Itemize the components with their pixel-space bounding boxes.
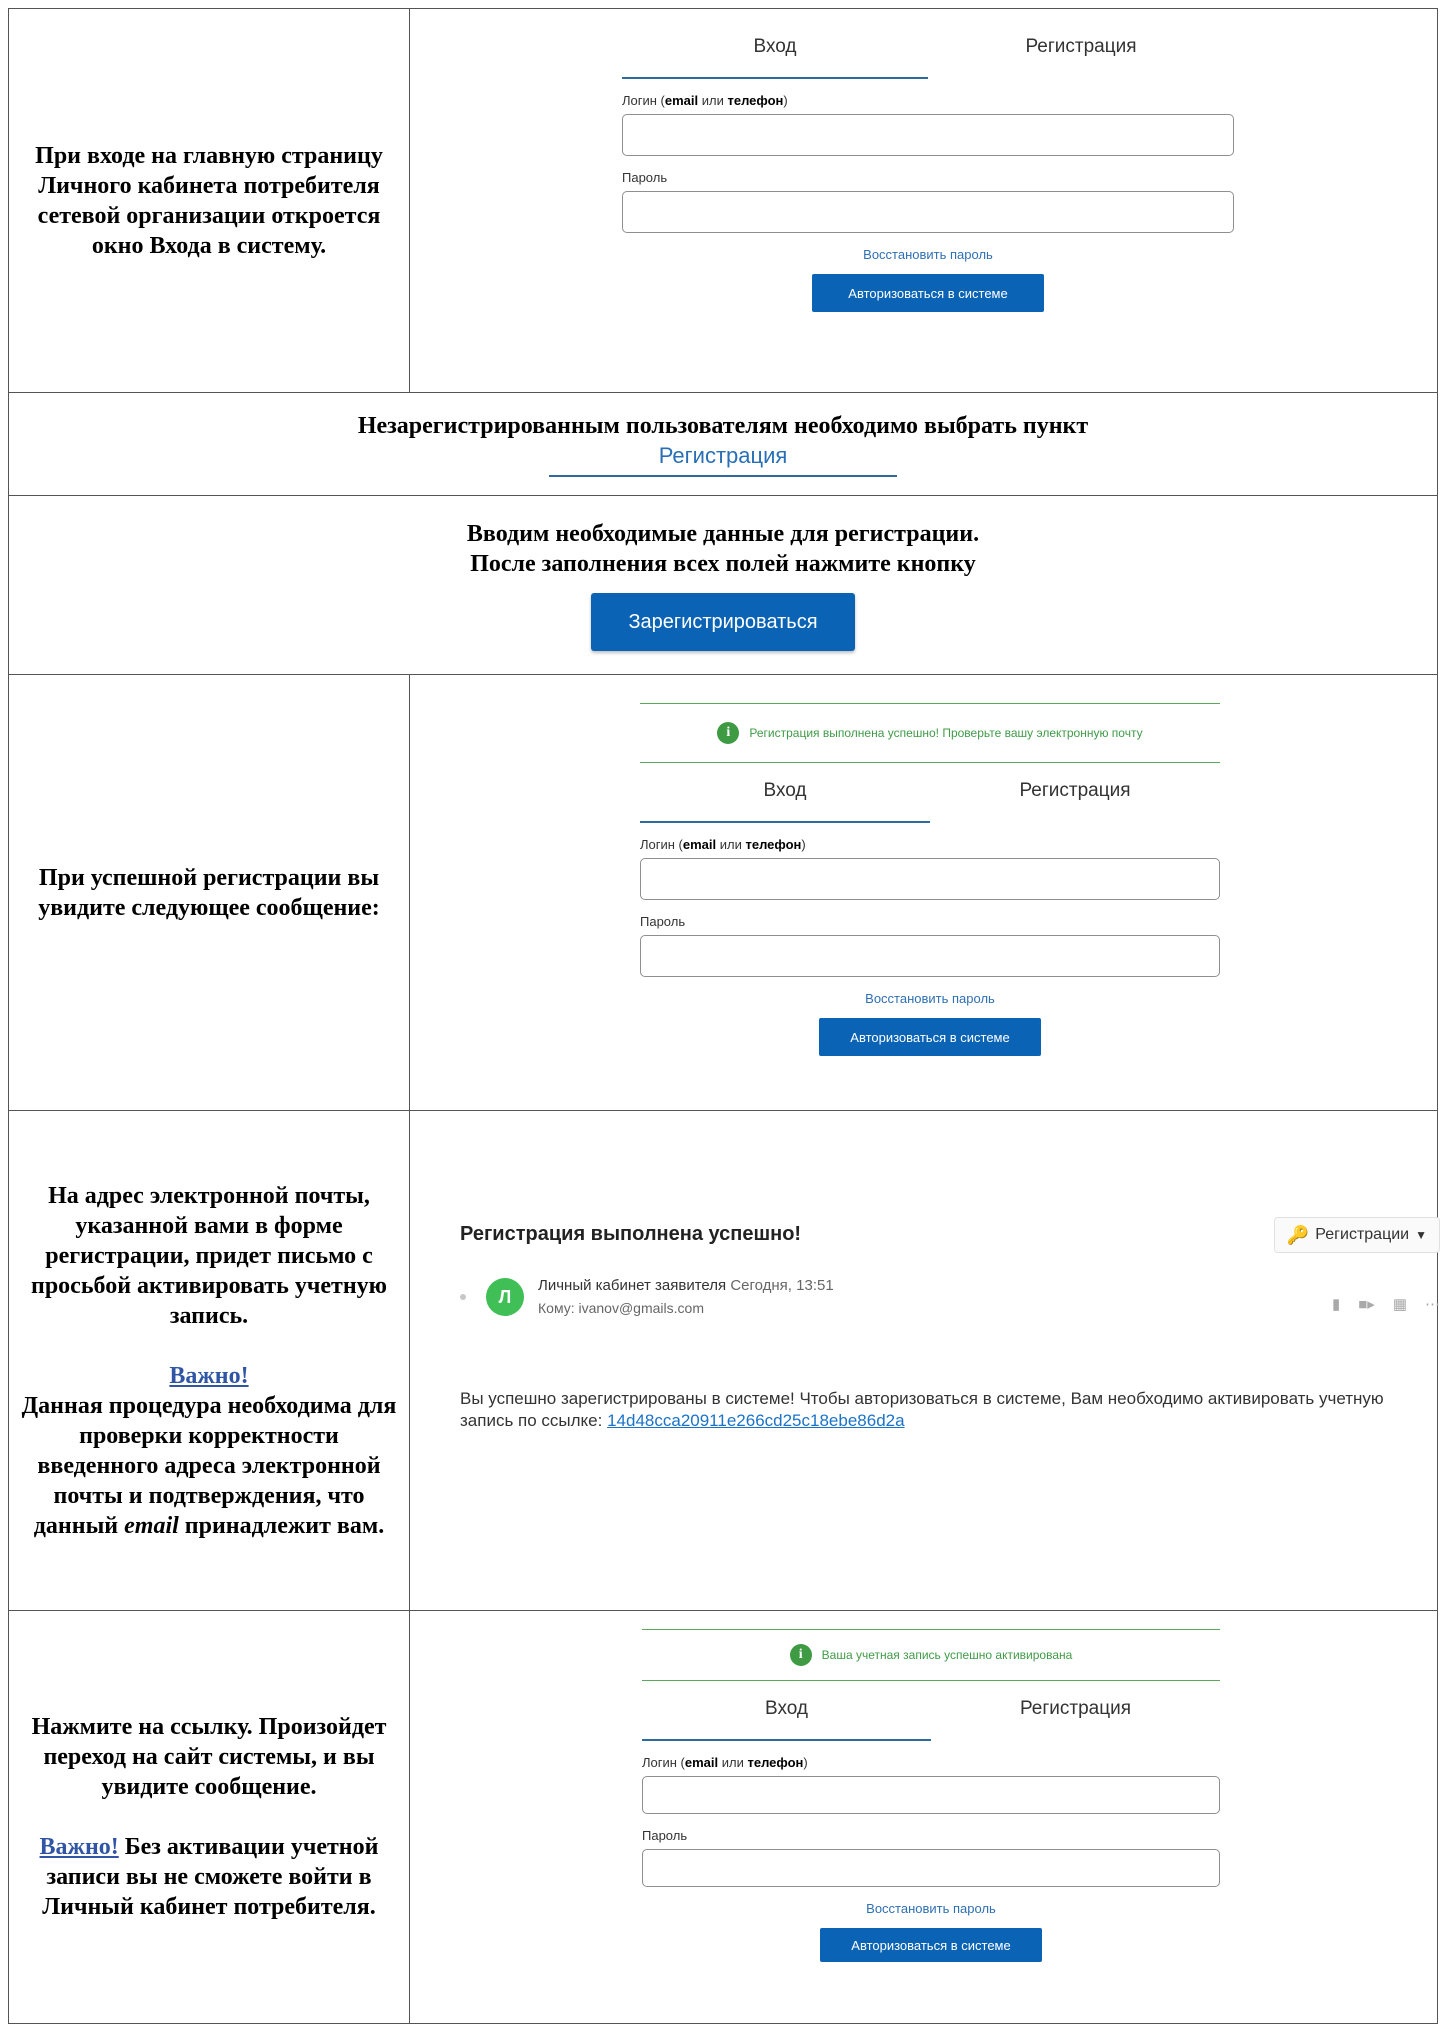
tab-login[interactable]: Вход: [640, 773, 930, 823]
password-label: Пароль: [622, 170, 668, 185]
instruction-text: Незарегистрированным пользователям необх…: [357, 413, 1089, 439]
full-width-cell: Вводим необходимые данные для регистраци…: [8, 495, 1438, 675]
unread-dot-icon: [460, 1293, 466, 1300]
instruction-table: При входе на главную страницу Личного ка…: [8, 8, 1440, 2024]
video-icon[interactable]: ■▸: [1358, 1295, 1375, 1313]
email-instruction: На адрес электронной почты, указанной ва…: [31, 1182, 387, 1329]
register-tab-sample: Регистрация: [549, 443, 897, 477]
more-icon[interactable]: ⋯: [1425, 1295, 1440, 1313]
instruction-line-2: После заполнения всех полей нажмите кноп…: [470, 551, 976, 577]
password-label: Пароль: [642, 1828, 688, 1843]
email-sender: Л Личный кабинет заявителя Сегодня, 13:5…: [460, 1277, 834, 1316]
instruction-text: Нажмите на ссылку. Произойдет переход на…: [9, 1712, 409, 1922]
instruction-cell: На адрес электронной почты, указанной ва…: [8, 1110, 410, 1611]
link-instruction: Нажмите на ссылку. Произойдет переход на…: [31, 1714, 387, 1800]
success-notice: i Регистрация выполнена успешно! Проверь…: [640, 703, 1220, 763]
tab-register[interactable]: Регистрация: [931, 1691, 1220, 1741]
password-label: Пароль: [640, 914, 686, 929]
email-recipient: Кому: ivanov@gmails.com: [538, 1300, 704, 1316]
email-body-text: Вы успешно зарегистрированы в системе! Ч…: [460, 1389, 1384, 1430]
login-input[interactable]: [622, 114, 1234, 156]
bookmark-icon[interactable]: ▮: [1332, 1295, 1340, 1313]
full-width-cell: Незарегистрированным пользователям необх…: [8, 392, 1438, 496]
auth-tabs: Вход Регистрация: [640, 773, 1220, 823]
login-form: Вход Регистрация Логин (email или телефо…: [622, 29, 1234, 312]
info-icon: i: [717, 722, 740, 744]
info-icon: i: [789, 1644, 812, 1666]
row-fill-fields: Вводим необходимые данные для регистраци…: [8, 495, 1438, 675]
password-input[interactable]: [622, 191, 1234, 233]
activation-notice: i Ваша учетная запись успешно активирова…: [642, 1629, 1220, 1681]
screenshot-cell: Регистрация выполнена успешно! 🔑 Регистр…: [409, 1110, 1440, 1611]
row-email-activation: На адрес электронной почты, указанной ва…: [8, 1110, 1440, 1611]
row-account-activated: Нажмите на ссылку. Произойдет переход на…: [8, 1610, 1438, 2024]
calendar-icon[interactable]: ▦: [1393, 1295, 1407, 1313]
tab-login[interactable]: Вход: [642, 1691, 931, 1741]
instruction-cell: При успешной регистрации вы увидите след…: [8, 674, 410, 1111]
important-note: Важно! Без активации учетной записи вы н…: [39, 1834, 379, 1920]
login-input[interactable]: [642, 1776, 1220, 1814]
folder-label: Регистрации: [1315, 1226, 1410, 1243]
screenshot-cell: i Регистрация выполнена успешно! Проверь…: [409, 674, 1438, 1111]
sender-name[interactable]: Личный кабинет заявителя: [538, 1277, 726, 1294]
login-form: i Регистрация выполнена успешно! Проверь…: [640, 703, 1220, 1056]
email-actions: ▮ ■▸ ▦ ⋯: [1332, 1295, 1440, 1313]
activation-link[interactable]: 14d48cca20911e266cd25c18ebe86d2a: [607, 1411, 904, 1430]
password-input[interactable]: [642, 1849, 1220, 1887]
instruction-text: При входе на главную страницу Личного ка…: [35, 142, 383, 259]
row-registration-success: При успешной регистрации вы увидите след…: [8, 674, 1438, 1111]
important-label: Важно!: [39, 1834, 119, 1860]
folder-dropdown[interactable]: 🔑 Регистрации ▼: [1273, 1217, 1440, 1253]
login-form: i Ваша учетная запись успешно активирова…: [642, 1629, 1220, 1962]
authorize-button[interactable]: Авторизоваться в системе: [812, 274, 1044, 312]
auth-tabs: Вход Регистрация: [622, 29, 1234, 79]
tab-register[interactable]: Регистрация: [930, 773, 1220, 823]
register-button-sample: Зарегистрироваться: [591, 593, 855, 651]
auth-tabs: Вход Регистрация: [642, 1691, 1220, 1741]
important-note: Данная процедура необходима для проверки…: [21, 1392, 397, 1539]
screenshot-cell: i Ваша учетная запись успешно активирова…: [409, 1610, 1438, 2024]
instruction-cell: При входе на главную страницу Личного ка…: [8, 8, 410, 393]
login-label: Логин (email или телефон): [640, 837, 806, 852]
email-body: Вы успешно зарегистрированы в системе! Ч…: [460, 1388, 1440, 1432]
notice-text: Регистрация выполнена успешно! Проверьте…: [749, 726, 1143, 740]
authorize-button[interactable]: Авторизоваться в системе: [819, 1018, 1041, 1056]
key-icon: 🔑: [1286, 1224, 1310, 1245]
row-login-window: При входе на главную страницу Личного ка…: [8, 8, 1438, 393]
row-choose-register: Незарегистрированным пользователям необх…: [8, 392, 1438, 496]
instruction-text: При успешной регистрации вы увидите след…: [38, 864, 380, 921]
chevron-down-icon: ▼: [1415, 1228, 1427, 1242]
important-label: Важно!: [169, 1362, 249, 1389]
avatar: Л: [486, 1277, 524, 1316]
instruction-cell: Нажмите на ссылку. Произойдет переход на…: [8, 1610, 410, 2024]
tab-login[interactable]: Вход: [622, 29, 928, 79]
instruction-line-1: Вводим необходимые данные для регистраци…: [466, 521, 980, 547]
notice-text: Ваша учетная запись успешно активирована: [821, 1648, 1073, 1662]
login-label: Логин (email или телефон): [642, 1755, 808, 1770]
tab-register[interactable]: Регистрация: [928, 29, 1234, 79]
screenshot-cell: Вход Регистрация Логин (email или телефо…: [409, 8, 1438, 393]
email-message: Регистрация выполнена успешно! 🔑 Регистр…: [460, 1217, 1440, 1430]
login-input[interactable]: [640, 858, 1220, 900]
email-time: Сегодня, 13:51: [730, 1277, 834, 1294]
restore-password-link[interactable]: Восстановить пароль: [622, 247, 1234, 262]
password-input[interactable]: [640, 935, 1220, 977]
restore-password-link[interactable]: Восстановить пароль: [642, 1901, 1220, 1916]
login-label: Логин (email или телефон): [622, 93, 788, 108]
authorize-button[interactable]: Авторизоваться в системе: [820, 1928, 1042, 1962]
restore-password-link[interactable]: Восстановить пароль: [640, 991, 1220, 1006]
instruction-text: На адрес электронной почты, указанной ва…: [9, 1181, 409, 1541]
